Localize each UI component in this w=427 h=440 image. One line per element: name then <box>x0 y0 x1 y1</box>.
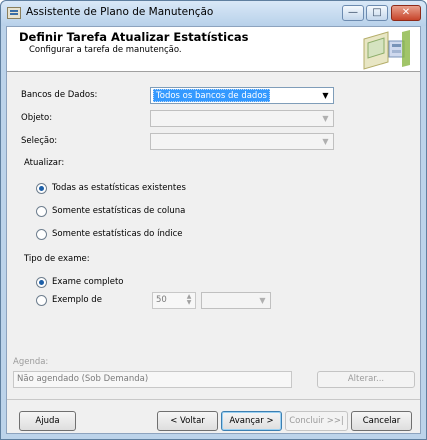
page-subtitle: Configurar a tarefa de manutenção. <box>29 45 182 55</box>
update-label: Atualizar: <box>24 158 65 168</box>
page-header: Definir Tarefa Atualizar Estatísticas Co… <box>7 27 420 72</box>
chevron-down-icon[interactable]: ▼ <box>319 89 332 102</box>
change-schedule-button[interactable]: Alterar... <box>317 371 415 388</box>
close-button[interactable]: ✕ <box>391 5 421 21</box>
radio-sample-label[interactable]: Exemplo de <box>52 295 102 305</box>
scan-type-label: Tipo de exame: <box>24 254 90 264</box>
wizard-illustration-icon <box>354 29 412 70</box>
schedule-field[interactable]: Não agendado (Sob Demanda) <box>13 371 292 388</box>
schedule-label: Agenda: <box>13 357 49 367</box>
footer-divider <box>7 399 420 400</box>
radio-column-statistics[interactable] <box>36 206 47 217</box>
radio-column-statistics-label[interactable]: Somente estatísticas de coluna <box>52 206 185 216</box>
radio-full-scan-label[interactable]: Exame completo <box>52 277 124 287</box>
next-button[interactable]: Avançar > <box>221 411 282 431</box>
maximize-button[interactable]: □ <box>366 5 388 21</box>
back-button[interactable]: < Voltar <box>157 411 218 431</box>
title-bar[interactable]: Assistente de Plano de Manutenção — □ ✕ <box>1 1 426 26</box>
radio-sample[interactable] <box>36 295 47 306</box>
radio-index-statistics[interactable] <box>36 229 47 240</box>
wizard-page: Definir Tarefa Atualizar Estatísticas Co… <box>6 26 421 434</box>
object-label: Objeto: <box>21 113 53 123</box>
wizard-window: Assistente de Plano de Manutenção — □ ✕ … <box>0 0 427 440</box>
chevron-down-icon: ▼ <box>322 114 329 123</box>
spinner-arrows-icon[interactable]: ▲ ▼ <box>184 294 194 307</box>
databases-label: Bancos de Dados: <box>21 90 98 100</box>
minimize-button[interactable]: — <box>342 5 364 21</box>
databases-combo[interactable]: Todos os bancos de dados ▼ <box>150 87 334 104</box>
page-title: Definir Tarefa Atualizar Estatísticas <box>19 30 249 44</box>
radio-full-scan[interactable] <box>36 277 47 288</box>
chevron-down-icon: ▼ <box>322 137 329 146</box>
radio-all-statistics[interactable] <box>36 183 47 194</box>
app-icon <box>7 7 21 19</box>
object-combo[interactable]: ▼ <box>150 110 334 127</box>
finish-button[interactable]: Concluir >>| <box>285 411 348 431</box>
selection-label: Seleção: <box>21 136 58 146</box>
chevron-down-icon: ▼ <box>259 296 266 305</box>
radio-index-statistics-label[interactable]: Somente estatísticas do índice <box>52 229 183 239</box>
sample-size-stepper[interactable]: 50 ▲ ▼ <box>152 292 196 309</box>
sample-unit-combo[interactable]: ▼ <box>201 292 271 309</box>
selection-combo[interactable]: ▼ <box>150 133 334 150</box>
databases-selected-value: Todos os bancos de dados <box>153 89 270 102</box>
window-title: Assistente de Plano de Manutenção <box>26 6 214 18</box>
help-button[interactable]: Ajuda <box>19 411 76 431</box>
cancel-button[interactable]: Cancelar <box>351 411 412 431</box>
radio-all-statistics-label[interactable]: Todas as estatísticas existentes <box>52 183 186 193</box>
sample-size-value: 50 <box>156 295 167 305</box>
